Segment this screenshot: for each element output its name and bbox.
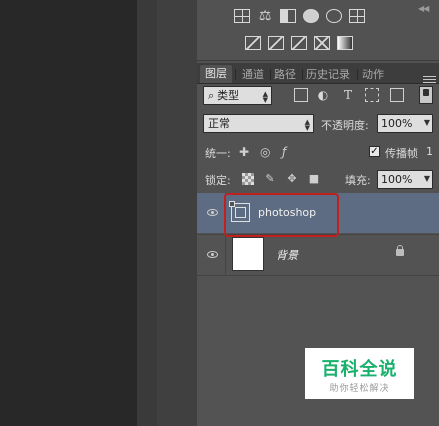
document-canvas[interactable]: [0, 0, 137, 426]
tab-paths[interactable]: 路径: [274, 66, 296, 83]
panel-gutter: [137, 0, 158, 426]
tab-separator: [235, 69, 236, 80]
threshold-icon[interactable]: [337, 36, 353, 50]
huesat-icon[interactable]: [349, 9, 365, 23]
visibility-eye-icon[interactable]: [206, 206, 219, 219]
unify-visibility-icon[interactable]: ◎: [260, 145, 270, 159]
tab-history[interactable]: 历史记录: [306, 66, 350, 83]
channel-mixer-icon[interactable]: [268, 36, 284, 50]
visibility-eye-icon[interactable]: [206, 248, 219, 261]
levels-icon[interactable]: ⚖: [257, 9, 273, 23]
watermark-logo: 百科全说 助你轻松解决: [305, 348, 414, 399]
layer-name[interactable]: 背景: [276, 247, 298, 263]
opacity-label: 不透明度:: [321, 119, 369, 132]
lock-label: 锁定:: [205, 174, 231, 187]
lock-transparent-icon[interactable]: [242, 173, 254, 185]
layer-row-background[interactable]: 背景: [197, 234, 439, 276]
tab-channels[interactable]: 通道: [242, 66, 264, 83]
gradient-map-icon[interactable]: [291, 36, 307, 50]
pixel-filter-icon[interactable]: [294, 88, 308, 102]
fill-label: 填充:: [345, 174, 371, 187]
annotation-highlight-box: [224, 193, 339, 237]
chevron-down-icon: ▼: [304, 124, 310, 132]
panel-menu-icon[interactable]: [423, 76, 436, 85]
layer-thumbnail: [232, 237, 264, 271]
lock-position-icon[interactable]: ✥: [286, 173, 298, 185]
lock-icon: [396, 245, 404, 256]
propagate-checkbox[interactable]: ✓: [369, 146, 380, 157]
blend-mode-select[interactable]: 正常 ▲ ▼: [203, 114, 314, 133]
collapsed-panel-strip: [157, 0, 198, 426]
watermark-title: 百科全说: [321, 359, 398, 380]
collapse-panel-icon[interactable]: ◀◀: [418, 4, 429, 13]
blend-mode-value: 正常: [208, 117, 230, 130]
filter-kind-select[interactable]: ⌕ 类型 ▲ ▼: [203, 86, 272, 105]
tab-layers[interactable]: 图层: [200, 65, 232, 83]
fill-field[interactable]: 100% ▼: [377, 170, 433, 189]
adjustments-row-1: ⚖: [234, 9, 365, 23]
fill-value: 100%: [381, 173, 413, 186]
adjustment-filter-icon[interactable]: ◐: [316, 88, 330, 102]
unify-style-icon[interactable]: ƒ: [282, 145, 286, 159]
lock-image-icon[interactable]: ✎: [264, 173, 276, 185]
propagate-label: 传播帧: [385, 147, 418, 160]
panel-divider: [197, 60, 439, 61]
brightness-icon[interactable]: [234, 9, 250, 23]
curves-icon[interactable]: [280, 9, 296, 23]
photo-filter-icon[interactable]: [245, 36, 261, 50]
layers-tabbar: 图层 通道 路径 历史记录 动作: [197, 63, 439, 84]
filter-kind-label: 类型: [217, 89, 240, 102]
chevron-down-icon: ▼: [262, 96, 268, 104]
tab-separator: [302, 69, 303, 80]
opacity-field[interactable]: 100% ▼: [377, 114, 433, 133]
opacity-value: 100%: [381, 117, 413, 130]
shape-filter-icon[interactable]: [365, 88, 379, 102]
layer-divider: [225, 235, 226, 275]
type-filter-icon[interactable]: T: [341, 88, 355, 102]
adjustments-row-2: [245, 36, 353, 50]
propagate-frame-value: 1: [426, 145, 433, 158]
selective-color-icon[interactable]: [314, 36, 330, 50]
search-icon: ⌕: [208, 89, 215, 102]
vibrance-icon[interactable]: [326, 9, 342, 23]
filter-toggle[interactable]: [419, 86, 433, 104]
exposure-icon[interactable]: [303, 9, 319, 23]
tab-separator: [270, 69, 271, 80]
tab-separator: [357, 69, 358, 80]
chevron-down-icon: ▼: [423, 174, 430, 183]
watermark-subtitle: 助你轻松解决: [329, 384, 390, 394]
smart-object-filter-icon[interactable]: [390, 88, 404, 102]
chevron-down-icon: ▼: [423, 118, 430, 127]
lock-all-icon[interactable]: ■: [308, 173, 320, 185]
unify-position-icon[interactable]: ✚: [239, 145, 249, 159]
tab-actions[interactable]: 动作: [362, 66, 384, 83]
unify-label: 统一:: [205, 147, 231, 160]
